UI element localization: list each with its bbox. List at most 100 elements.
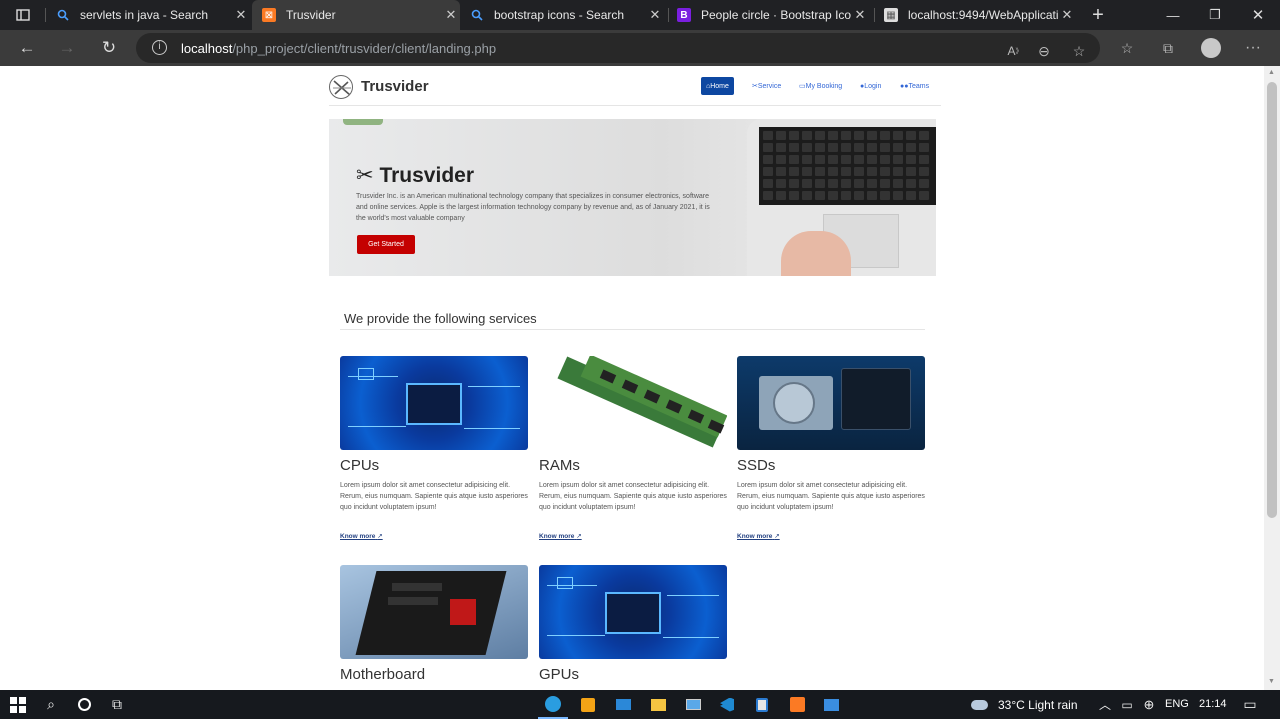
tools-icon: ✂ bbox=[356, 164, 374, 187]
scroll-down-icon[interactable]: ▼ bbox=[1268, 678, 1275, 685]
tab-title: People circle · Bootstrap Icon bbox=[701, 8, 851, 22]
booking-icon: ▭ bbox=[799, 83, 806, 90]
card-title: RAMs bbox=[539, 457, 580, 474]
new-tab-button[interactable]: + bbox=[1088, 0, 1108, 30]
network-icon[interactable]: ⊕ bbox=[1134, 690, 1164, 719]
close-window-button[interactable]: ✕ bbox=[1237, 0, 1279, 30]
edge-taskbar-icon[interactable] bbox=[538, 690, 568, 719]
scroll-up-icon[interactable]: ▲ bbox=[1268, 69, 1275, 76]
mail-taskbar-icon[interactable] bbox=[608, 690, 638, 719]
vscode-taskbar-icon[interactable] bbox=[712, 690, 742, 719]
weather-text[interactable]: 33°C Light rain bbox=[998, 698, 1078, 712]
tab-bootstrap-search[interactable]: bootstrap icons - Search ✕ bbox=[470, 0, 664, 30]
read-aloud-icon[interactable]: A 》 bbox=[1000, 33, 1030, 69]
photos-taskbar-icon[interactable] bbox=[816, 690, 846, 719]
page-scrollbar[interactable]: ▲ ▼ bbox=[1264, 66, 1280, 690]
know-more-link[interactable]: Know more ↗ bbox=[539, 532, 582, 540]
favorite-add-icon[interactable]: ☆ bbox=[1064, 33, 1094, 69]
tab-localhost-9494[interactable]: ▦ localhost:9494/WebApplicatio ✕ bbox=[884, 0, 1076, 30]
nav-home[interactable]: ⌂ Home bbox=[701, 77, 734, 95]
cortana-icon[interactable] bbox=[69, 690, 99, 719]
collections-icon[interactable]: ⧉ bbox=[1153, 30, 1183, 66]
restore-button[interactable]: ❐ bbox=[1194, 0, 1236, 30]
scrollbar-thumb[interactable] bbox=[1267, 82, 1277, 518]
close-icon[interactable]: ✕ bbox=[442, 7, 460, 23]
external-link-icon: ↗ bbox=[576, 533, 582, 540]
nav-login[interactable]: ● Login bbox=[855, 77, 886, 95]
menu-icon[interactable]: ··· bbox=[1238, 30, 1268, 66]
zoom-icon[interactable]: ⊖ bbox=[1029, 33, 1059, 69]
explorer-taskbar-icon[interactable] bbox=[643, 690, 673, 719]
nav-service[interactable]: ✂ Service bbox=[747, 77, 786, 95]
store-taskbar-icon[interactable] bbox=[573, 690, 603, 719]
task-view-icon[interactable]: ⧉ bbox=[102, 690, 132, 719]
get-started-button[interactable]: Get Started bbox=[357, 235, 415, 254]
site-logo-icon[interactable] bbox=[329, 75, 353, 99]
card-text: Lorem ipsum dolor sit amet consectetur a… bbox=[340, 482, 528, 511]
windows-taskbar: ⌕ ⧉ 33°C Light rain ︿ ▭ ⊕ ENG 21:14 ▭ bbox=[0, 690, 1280, 719]
card-text: Lorem ipsum dolor sit amet consectetur a… bbox=[539, 482, 727, 511]
ssd-image bbox=[737, 356, 925, 450]
card-title: Motherboard bbox=[340, 666, 426, 683]
know-more-link[interactable]: Know more ↗ bbox=[737, 532, 780, 540]
close-icon[interactable]: ✕ bbox=[851, 7, 869, 23]
language-indicator[interactable]: ENG bbox=[1165, 698, 1189, 710]
site-brand[interactable]: Trusvider bbox=[361, 78, 429, 95]
app-taskbar-icon[interactable] bbox=[747, 690, 777, 719]
hero-title: ✂ Trusvider bbox=[356, 164, 474, 187]
address-bar[interactable]: i localhost/php_project/client/trusvider… bbox=[136, 33, 1100, 63]
browser-tab-bar: servlets in java - Search ✕ ⊠ Trusvider … bbox=[0, 0, 1280, 30]
card-title: SSDs bbox=[737, 457, 776, 474]
search-icon bbox=[56, 8, 70, 22]
tab-actions-icon[interactable] bbox=[8, 0, 38, 30]
know-more-link[interactable]: Know more ↗ bbox=[340, 532, 383, 540]
xampp-taskbar-icon[interactable] bbox=[782, 690, 812, 719]
windows-start-icon[interactable] bbox=[3, 690, 33, 719]
close-icon[interactable]: ✕ bbox=[646, 7, 664, 23]
info-icon[interactable]: i bbox=[152, 40, 167, 55]
pc-taskbar-icon[interactable] bbox=[678, 690, 708, 719]
external-link-icon: ↗ bbox=[774, 533, 780, 540]
image-icon: ▦ bbox=[884, 8, 898, 22]
gpu-image bbox=[539, 565, 727, 659]
favorites-icon[interactable]: ☆ bbox=[1112, 30, 1142, 66]
tab-servlets-search[interactable]: servlets in java - Search ✕ bbox=[56, 0, 250, 30]
close-icon[interactable]: ✕ bbox=[1058, 7, 1076, 23]
tab-title: bootstrap icons - Search bbox=[494, 8, 625, 22]
web-page: Trusvider ⌂ Home ✂ Service ▭ My Booking ● Lo… bbox=[0, 66, 1264, 690]
hero-text: Trusvider Inc. is an American multinatio… bbox=[356, 193, 710, 222]
card-text: Lorem ipsum dolor sit amet consectetur a… bbox=[737, 482, 925, 511]
weather-icon[interactable] bbox=[964, 690, 994, 719]
address-toolbar: ← → ↻ i localhost/php_project/client/tru… bbox=[0, 30, 1280, 66]
nav-teams[interactable]: ●● Teams bbox=[895, 77, 934, 95]
external-link-icon: ↗ bbox=[377, 533, 383, 540]
close-icon[interactable]: ✕ bbox=[232, 7, 250, 23]
tab-title: Trusvider bbox=[286, 8, 336, 22]
tab-bootstrap-icons[interactable]: B People circle · Bootstrap Icon ✕ bbox=[677, 0, 869, 30]
tab-title: localhost:9494/WebApplicatio bbox=[908, 8, 1058, 22]
hero-banner: ✂ Trusvider Trusvider Inc. is an America… bbox=[329, 119, 936, 276]
cpu-image bbox=[340, 356, 528, 450]
site-navbar: Trusvider ⌂ Home ✂ Service ▭ My Booking ● Lo… bbox=[329, 66, 941, 106]
plant-decoration bbox=[343, 119, 383, 125]
search-icon bbox=[470, 8, 484, 22]
motherboard-image bbox=[340, 565, 528, 659]
laptop-image bbox=[747, 119, 936, 276]
search-icon[interactable]: ⌕ bbox=[36, 690, 66, 719]
section-title: We provide the following services bbox=[344, 311, 537, 326]
tab-title: servlets in java - Search bbox=[80, 8, 209, 22]
refresh-button[interactable]: ↻ bbox=[94, 30, 124, 66]
url-text[interactable]: localhost/php_project/client/trusvider/c… bbox=[181, 41, 496, 56]
forward-button[interactable]: → bbox=[52, 30, 82, 66]
notifications-icon[interactable]: ▭ bbox=[1235, 690, 1265, 719]
xampp-icon: ⊠ bbox=[262, 8, 276, 22]
card-title: GPUs bbox=[539, 666, 580, 683]
profile-avatar[interactable] bbox=[1196, 30, 1226, 66]
ram-image bbox=[539, 356, 727, 450]
minimize-button[interactable]: — bbox=[1152, 0, 1194, 30]
back-button[interactable]: ← bbox=[12, 30, 42, 66]
tab-trusvider[interactable]: ⊠ Trusvider ✕ bbox=[252, 0, 460, 30]
clock[interactable]: 21:14 bbox=[1199, 698, 1227, 710]
card-title: CPUs bbox=[340, 457, 380, 474]
nav-my-booking[interactable]: ▭ My Booking bbox=[794, 77, 847, 95]
